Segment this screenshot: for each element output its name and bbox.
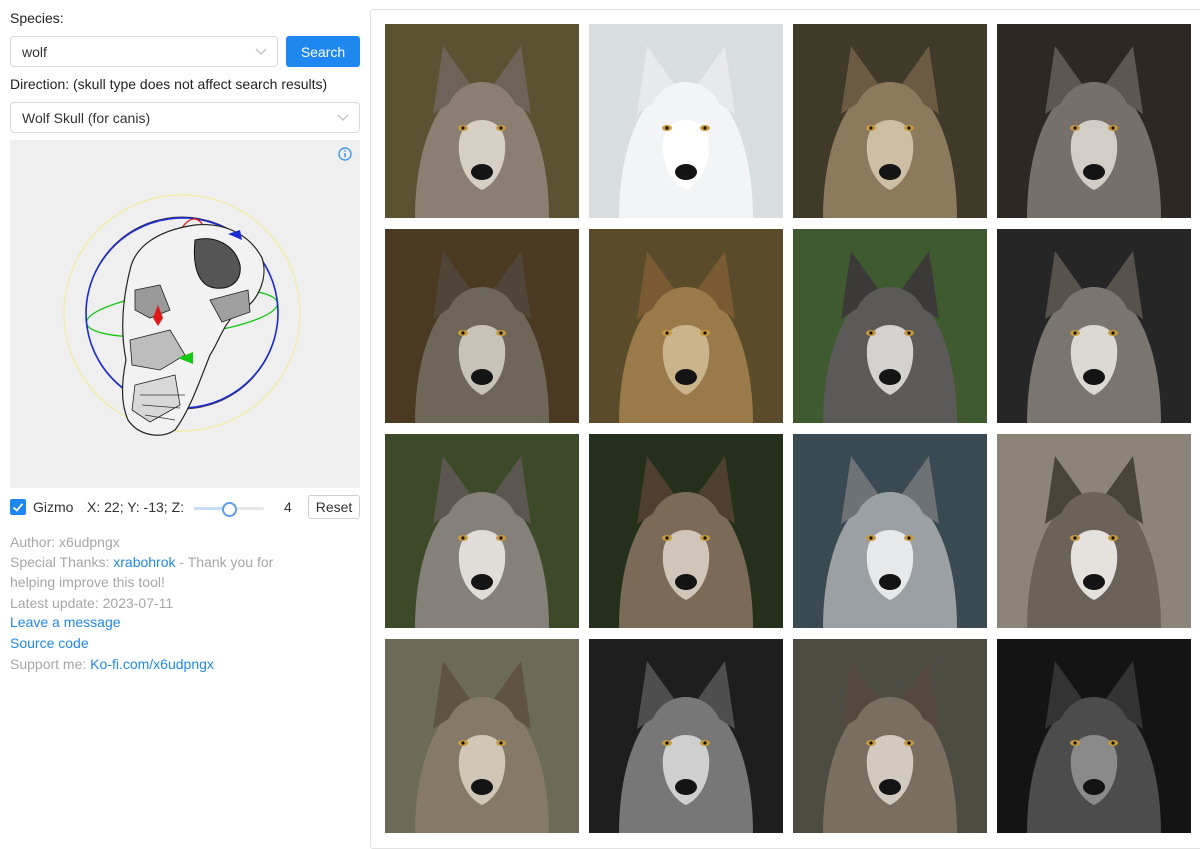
species-value: wolf	[22, 43, 47, 60]
wolf-photo	[793, 434, 987, 628]
wolf-photo	[385, 434, 579, 628]
skull-3d-viewer[interactable]	[10, 140, 360, 488]
wolf-photo	[385, 639, 579, 833]
wolf-photo	[997, 229, 1191, 423]
result-image[interactable]	[793, 229, 987, 423]
result-image[interactable]	[385, 639, 579, 833]
result-image[interactable]	[793, 639, 987, 833]
wolf-photo	[385, 229, 579, 423]
gizmo-checkbox[interactable]	[10, 499, 26, 515]
wolf-photo	[385, 24, 579, 218]
skull-type-value: Wolf Skull (for canis)	[22, 109, 151, 126]
chevron-down-icon	[255, 48, 267, 55]
kofi-link[interactable]: Ko-fi.com/x6udpngx	[90, 656, 214, 672]
result-image[interactable]	[997, 24, 1191, 218]
result-image[interactable]	[385, 434, 579, 628]
viewer-controls: Gizmo X: 22; Y: -13; Z: 4 Reset	[10, 495, 360, 519]
search-sidebar: Species: wolf Search Direction: (skull t…	[0, 0, 370, 842]
wolf-photo	[589, 229, 783, 423]
direction-label: Direction: (skull type does not affect s…	[10, 76, 328, 92]
wolf-photo	[997, 434, 1191, 628]
skull-type-select[interactable]: Wolf Skull (for canis)	[10, 102, 360, 133]
result-image[interactable]	[793, 434, 987, 628]
search-button[interactable]: Search	[286, 36, 360, 67]
thanks-link[interactable]: xrabohrok	[113, 554, 175, 570]
rotation-readout: X: 22; Y: -13; Z:	[87, 499, 185, 515]
wolf-photo	[589, 24, 783, 218]
support-line: Support me: Ko-fi.com/x6udpngx	[10, 654, 214, 674]
result-image[interactable]	[385, 229, 579, 423]
skull-gizmo-canvas	[63, 194, 301, 436]
result-image[interactable]	[589, 229, 783, 423]
wolf-photo	[793, 639, 987, 833]
special-thanks: Special Thanks: xrabohrok - Thank you fo…	[10, 552, 320, 592]
result-image[interactable]	[589, 639, 783, 833]
wolf-skull-model	[121, 223, 265, 436]
latest-update: Latest update: 2023-07-11	[10, 595, 174, 611]
result-image[interactable]	[997, 639, 1191, 833]
gizmo-label: Gizmo	[33, 499, 74, 515]
result-image[interactable]	[589, 434, 783, 628]
result-image[interactable]	[385, 24, 579, 218]
wolf-photo	[589, 639, 783, 833]
result-image[interactable]	[997, 434, 1191, 628]
wolf-photo	[997, 24, 1191, 218]
zoom-slider-handle[interactable]	[221, 502, 237, 517]
species-label: Species:	[10, 10, 64, 26]
chevron-down-icon	[337, 114, 349, 121]
reset-button[interactable]: Reset	[308, 495, 360, 519]
wolf-photo	[997, 639, 1191, 833]
result-image[interactable]	[793, 24, 987, 218]
wolf-photo	[589, 434, 783, 628]
species-select[interactable]: wolf	[10, 36, 278, 67]
author-text: Author: x6udpngx	[10, 534, 120, 550]
checkmark-icon	[12, 503, 24, 512]
thanks-prefix: Special Thanks:	[10, 554, 114, 570]
leave-message-link[interactable]: Leave a message	[10, 614, 121, 630]
wolf-photo	[793, 24, 987, 218]
result-image[interactable]	[997, 229, 1191, 423]
results-panel	[370, 9, 1200, 849]
source-code-link[interactable]: Source code	[10, 635, 89, 651]
zoom-value: 4	[284, 499, 292, 515]
wolf-photo	[793, 229, 987, 423]
result-image[interactable]	[589, 24, 783, 218]
support-prefix: Support me:	[10, 656, 91, 672]
